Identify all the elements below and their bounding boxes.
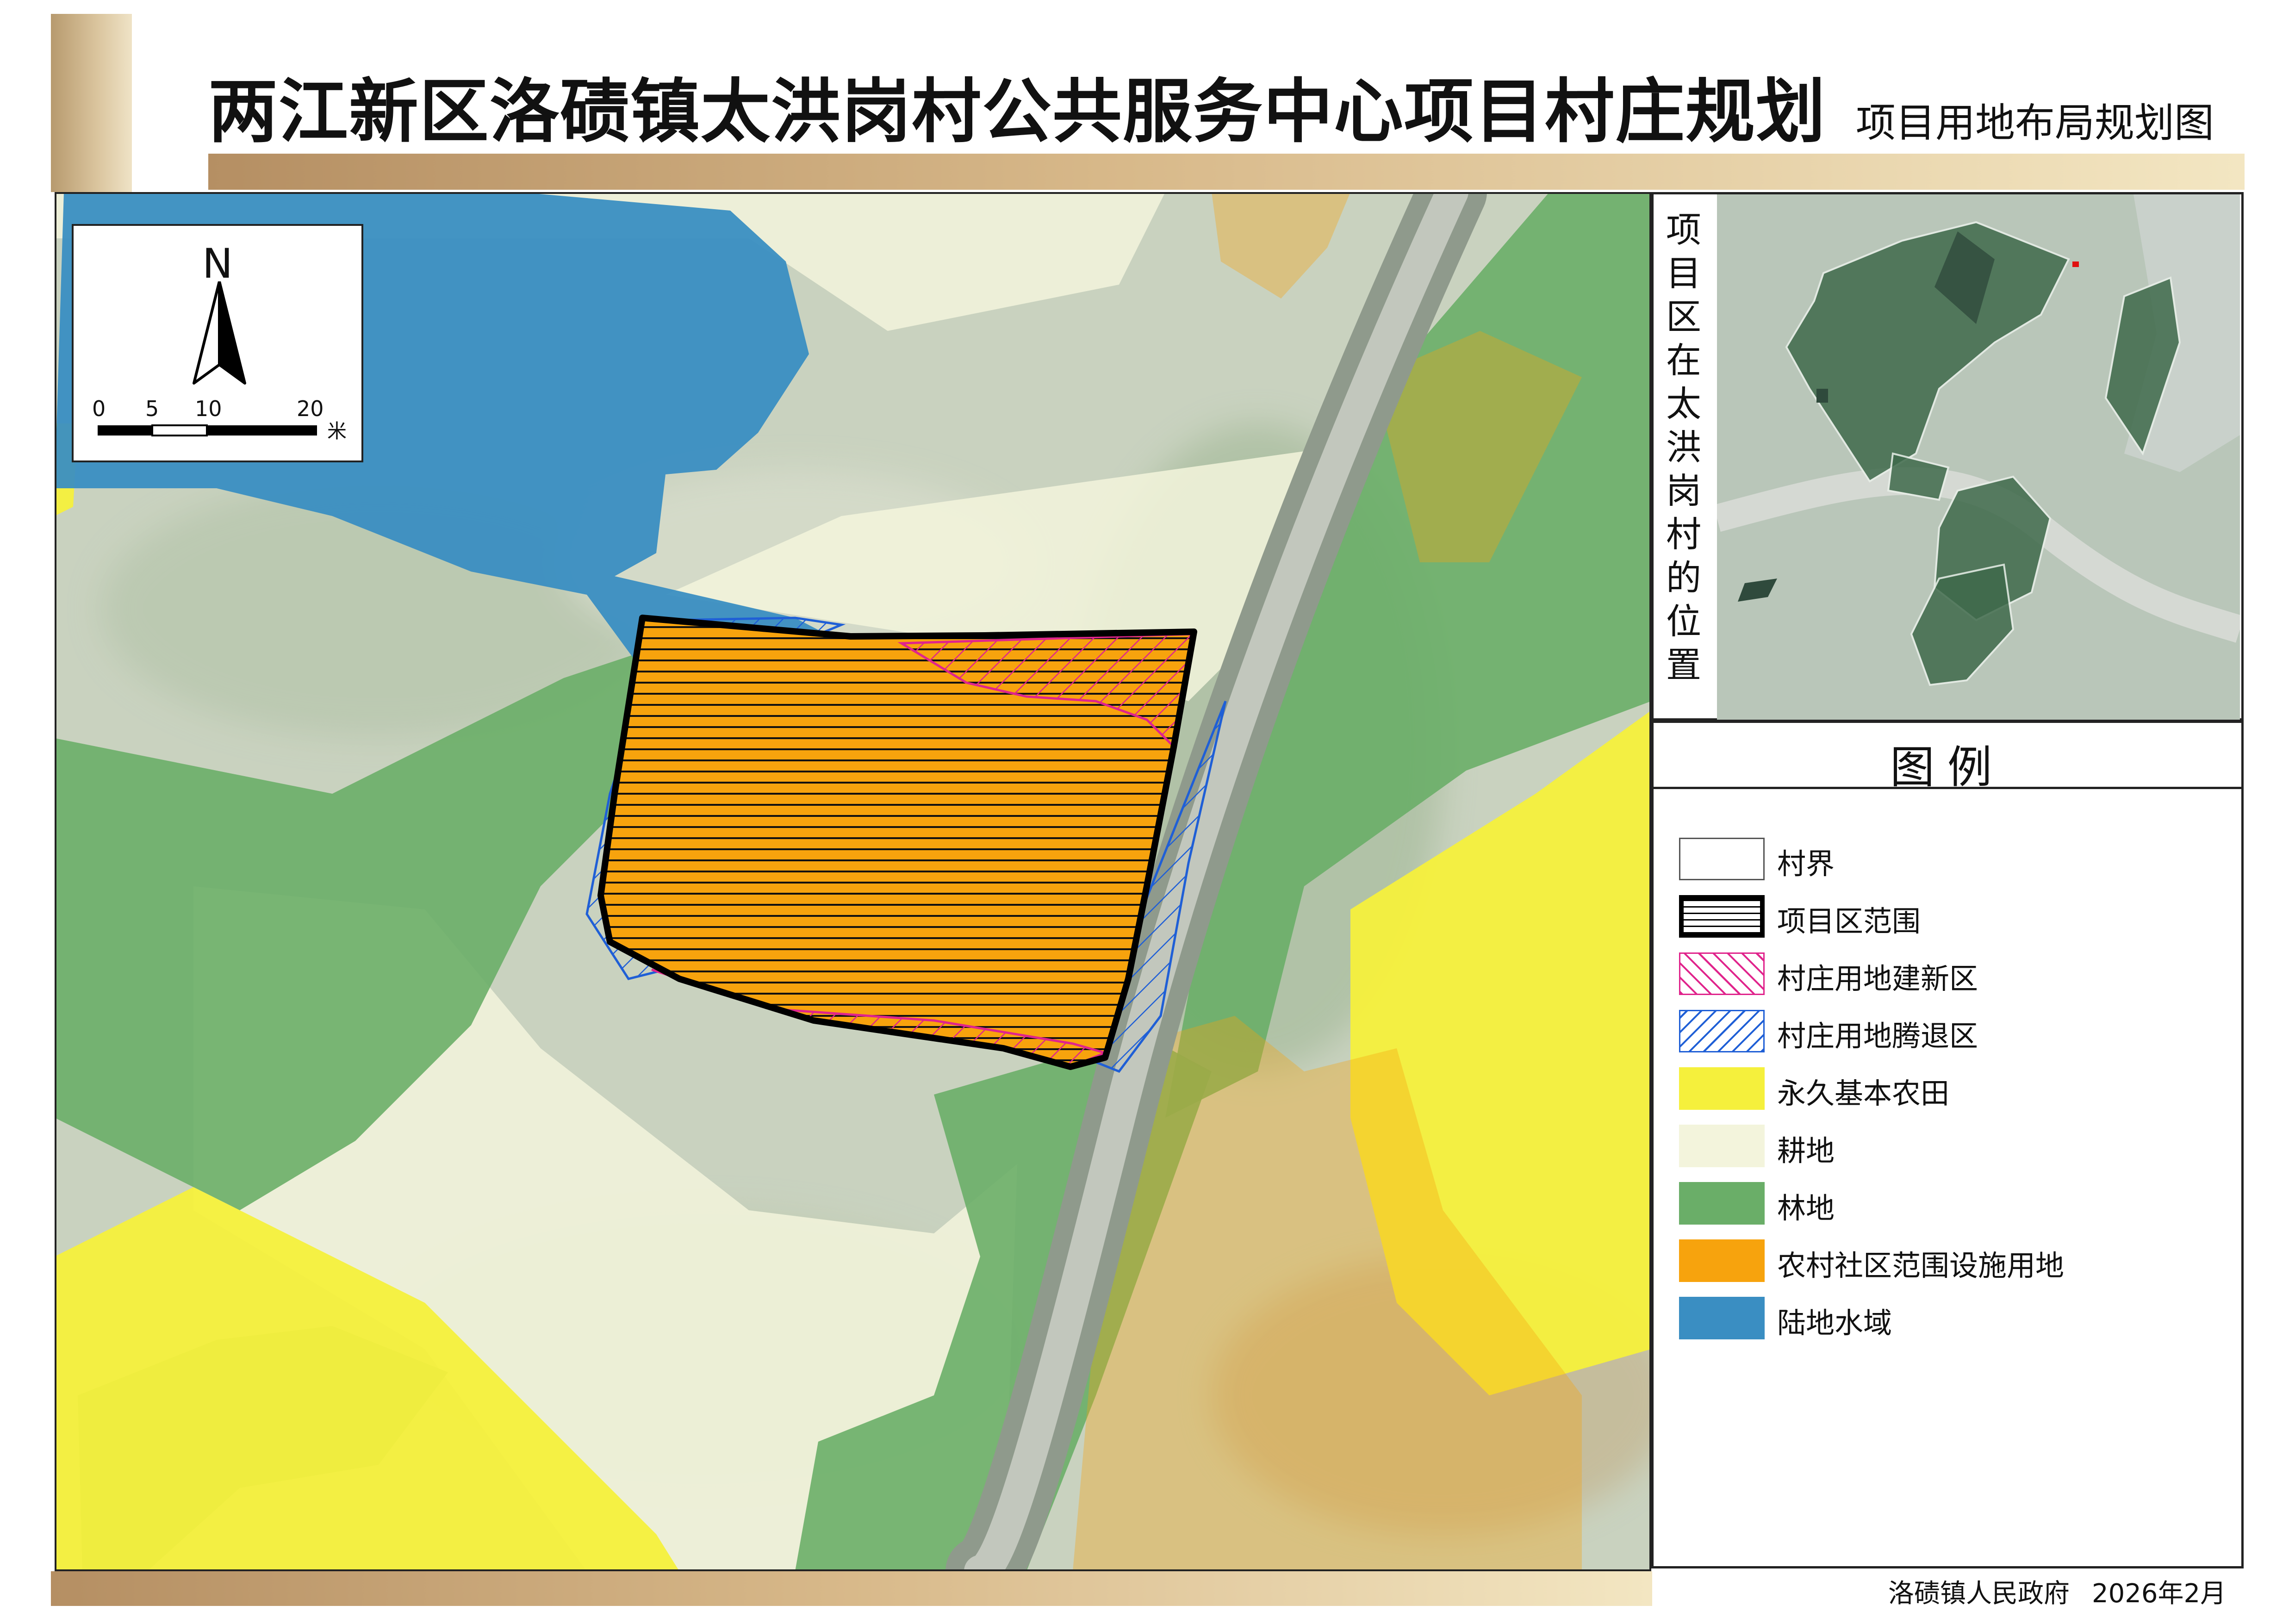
legend-title: 图例 — [1890, 741, 2005, 793]
legend-swatch — [1679, 1297, 1765, 1339]
footer-decoration-bar — [51, 1571, 1652, 1606]
scale-tick-label: 5 — [145, 396, 159, 421]
inset-project-marker — [2072, 261, 2079, 267]
legend-swatch — [1679, 1125, 1765, 1167]
legend-swatch — [1679, 1010, 1765, 1052]
scale-tick-label: 10 — [195, 396, 222, 421]
footer-date: 2026年2月 — [2092, 1579, 2227, 1609]
inset-village-boundary — [1816, 389, 1828, 403]
north-label: N — [202, 240, 233, 287]
inset-location-map[interactable] — [1717, 194, 2240, 720]
legend-label: 陆地水域 — [1777, 1306, 1892, 1340]
legend-swatch — [1679, 895, 1765, 938]
legend-swatch — [1679, 1182, 1765, 1225]
footer: 洛碛镇人民政府 2026年2月 — [1888, 1573, 2248, 1610]
legend-label: 林地 — [1777, 1191, 1835, 1225]
legend-panel: 图例 村界 项目区范围 村庄用地建新区 村庄用地腾退区 永久基本农田 耕地 林地… — [1651, 721, 2244, 1568]
inset-caption: 项目区在太洪岗村的位置 — [1666, 209, 1701, 685]
scale-unit: 米 — [327, 420, 347, 442]
north-arrow-scale-box: N 0 5 10 20 米 — [72, 224, 363, 462]
legend-label: 项目区范围 — [1777, 904, 1921, 938]
footer-authority: 洛碛镇人民政府 — [1888, 1579, 2070, 1609]
title-decoration-left — [51, 14, 132, 192]
map-subtitle: 项目用地布局规划图 — [1856, 100, 2214, 146]
legend-swatch — [1679, 838, 1765, 880]
legend-swatch — [1679, 952, 1765, 995]
north-arrow-icon — [193, 281, 246, 385]
legend-label: 村庄用地建新区 — [1777, 962, 1978, 996]
legend-label: 耕地 — [1777, 1134, 1835, 1168]
legend-label: 村界 — [1777, 847, 1835, 881]
legend-label: 农村社区范围设施用地 — [1777, 1249, 2065, 1282]
legend-label: 村庄用地腾退区 — [1777, 1019, 1978, 1053]
scale-tick-label: 20 — [297, 396, 324, 421]
scale-tick-label: 0 — [92, 396, 106, 421]
legend-swatch — [1679, 1067, 1765, 1110]
scale-bar — [98, 424, 317, 436]
legend-label: 永久基本农田 — [1777, 1076, 1950, 1110]
map-title: 两江新区洛碛镇太洪岗村公共服务中心项目村庄规划 — [208, 72, 1827, 152]
legend-swatch — [1679, 1239, 1765, 1282]
title-decoration-bar — [208, 154, 2245, 190]
legend-divider — [1654, 787, 2241, 789]
